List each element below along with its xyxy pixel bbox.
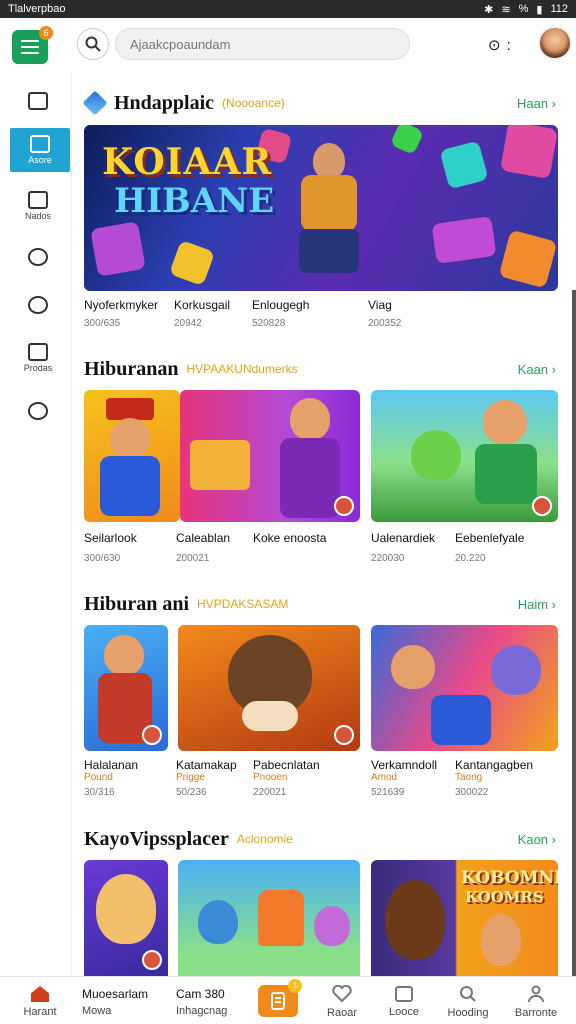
search-button[interactable] (77, 28, 109, 60)
section-title: Hndapplaic (114, 91, 215, 114)
game-card[interactable] (371, 625, 558, 751)
list-item[interactable]: Kantangagben Taong 300022 (455, 758, 533, 798)
section-header-featured: Hndapplaic (Noooance) Haan › (82, 88, 560, 118)
center-badge: 1 (288, 979, 302, 993)
card-title-line2: KOOMRS (465, 888, 544, 906)
card-title-line1: KOBOMNE (461, 868, 558, 888)
badge-icon (532, 496, 552, 516)
sidebar-item-shell[interactable] (10, 392, 66, 432)
top-bar: 6 ⊙ : (0, 18, 576, 72)
person-icon (528, 985, 544, 1003)
sidebar: Asore Nados Prodas (0, 72, 72, 976)
nav-item-favorites[interactable]: Raoar (310, 981, 374, 1023)
game-card[interactable] (180, 390, 360, 522)
featured-banner[interactable]: KOIAAR HIBANE (84, 125, 558, 291)
wifi-icon: ≋ (501, 3, 511, 16)
game-card[interactable]: KOBOMNE KOOMRS (371, 860, 558, 976)
list-item[interactable]: Eebenlefyale 20.220 (455, 531, 524, 564)
sidebar-item-calendar[interactable]: Prodas (10, 338, 66, 378)
home-icon (31, 986, 49, 1002)
search-icon (460, 986, 476, 1002)
list-item[interactable]: Verkamndoll Amod 521639 (371, 758, 437, 798)
hero-character (279, 135, 379, 285)
section-more-link[interactable]: Haan › (517, 96, 556, 111)
nav-item-profile[interactable]: Barronte (504, 981, 568, 1023)
game-card[interactable] (371, 390, 558, 522)
list-item[interactable]: Nyoferkmyker 300/635 (84, 298, 158, 329)
game-card[interactable] (84, 390, 180, 522)
calendar-icon (28, 343, 48, 361)
sidebar-item-clipboard[interactable] (10, 82, 66, 122)
list-item[interactable]: Katamakap Prigge 50/236 (176, 758, 237, 798)
search-icon (85, 36, 101, 52)
overflow-menu-icon[interactable]: : (507, 37, 511, 54)
list-item[interactable]: Koke enoosta (253, 531, 326, 545)
search-input[interactable] (115, 28, 410, 60)
sidebar-item-puzzle[interactable] (10, 286, 66, 326)
clipboard-icon (28, 92, 48, 110)
avatar[interactable] (538, 26, 572, 60)
timer-icon[interactable]: ⊙ (488, 36, 501, 54)
compass-icon (28, 248, 48, 266)
bottom-nav: Harant Muoesarlam Mowa Cam 380 Inhagcnag… (0, 976, 576, 1024)
banner-title-line2: HIBANE (114, 181, 275, 221)
store-icon (30, 135, 50, 153)
nav-item-cam[interactable]: Cam 380 Inhagcnag (176, 981, 246, 1023)
nav-item-music[interactable]: Muoesarlam Mowa (82, 981, 152, 1023)
puzzle-icon (28, 296, 48, 314)
section-more-link[interactable]: Kaon › (518, 832, 556, 847)
nav-item-search[interactable]: Hooding (436, 981, 500, 1023)
list-item[interactable]: Pabecnlatan Pnooen 220021 (253, 758, 320, 798)
status-time: 112 (550, 3, 568, 15)
center-action-button[interactable]: 1 (258, 979, 302, 1017)
status-bar: Tlalverpbao ✱ ≋ % ▮ 112 (0, 0, 576, 18)
list-item[interactable]: Korkusgail 20942 (174, 298, 230, 329)
bluetooth-icon: ✱ (484, 3, 494, 16)
scrollbar[interactable] (572, 290, 576, 980)
menu-button[interactable]: 6 (12, 26, 53, 64)
section-tag: (Noooance) (222, 96, 285, 110)
status-app-name: Tlalverpbao (8, 3, 66, 15)
heart-icon (332, 985, 352, 1003)
top-right-controls: ⊙ : (488, 36, 511, 55)
list-item[interactable]: Enlougegh 520828 (252, 298, 309, 329)
sidebar-item-bag[interactable]: Nados (10, 186, 66, 226)
list-item[interactable]: Halalanan Pound 30/316 (84, 758, 138, 798)
badge-icon (142, 725, 162, 745)
badge-icon (142, 950, 162, 970)
bag-icon (28, 191, 48, 209)
game-card[interactable] (84, 625, 168, 751)
sidebar-item-store[interactable]: Asore (10, 128, 70, 172)
badge-icon (334, 725, 354, 745)
signal-icon: ▮ (536, 3, 543, 16)
badge-icon (334, 496, 354, 516)
document-icon (271, 992, 285, 1010)
game-card[interactable] (178, 625, 360, 751)
square-icon (395, 986, 413, 1002)
section-more-link[interactable]: Kaan › (518, 362, 556, 377)
sidebar-item-compass[interactable] (10, 238, 66, 278)
game-card[interactable] (84, 860, 168, 976)
section-more-link[interactable]: Haim › (518, 597, 556, 612)
section-header-entertainment: Hiburanan HVPAAKUNdumerks Kaan › (84, 357, 556, 380)
menu-badge: 6 (39, 26, 53, 40)
section-header-entertainment-2: Hiburan ani HVPDAKSASAM Haim › (84, 592, 556, 615)
list-item[interactable]: Ualenardiek 220030 (371, 531, 435, 564)
menu-icon (21, 40, 39, 42)
list-item[interactable]: Caleablan 200021 (176, 531, 230, 564)
shell-icon (28, 402, 48, 420)
nav-item-home[interactable]: Harant (8, 981, 72, 1023)
battery-icon: % (518, 3, 529, 15)
diamond-icon (82, 90, 108, 116)
section-header-players: KayoVipssplacer Aclonomie Kaon › (84, 827, 556, 850)
list-item[interactable]: Viag 200352 (368, 298, 401, 329)
status-icons: ✱ ≋ % ▮ 112 (484, 3, 568, 16)
game-card[interactable] (178, 860, 360, 976)
list-item[interactable]: Seilarlook 300/630 (84, 531, 137, 564)
banner-title-line1: KOIAAR (102, 141, 273, 183)
nav-item-library[interactable]: Looce (372, 981, 436, 1023)
